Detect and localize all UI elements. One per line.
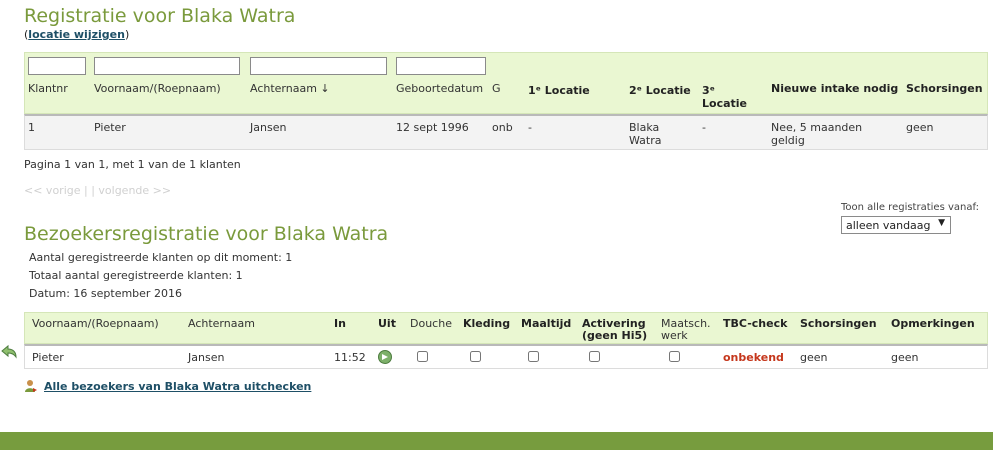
col-geboortedatum[interactable]: Geboortedatum	[396, 82, 483, 95]
col-uit: Uit	[378, 317, 396, 330]
chevron-down-icon: ▼	[938, 218, 945, 228]
location-change: (locatie wijzigen)	[24, 28, 129, 41]
cell-locatie3: -	[702, 121, 706, 134]
stat-total-registered: Totaal aantal geregistreerde klanten: 1	[29, 269, 243, 282]
person-checkout-icon	[25, 380, 37, 392]
cell-voornaam: Pieter	[94, 121, 126, 134]
col-klantnr[interactable]: Klantnr	[28, 82, 68, 95]
col-activering-line2: (geen Hi5)	[582, 329, 648, 342]
cell-voornaam: Pieter	[32, 351, 64, 364]
cell-klantnr: 1	[28, 121, 35, 134]
cell-schorsingen: geen	[906, 121, 934, 134]
col-schorsingen: Schorsingen	[906, 82, 983, 95]
checkout-icon[interactable]	[378, 350, 392, 364]
cell-intake-line1: Nee, 5 maanden	[771, 121, 863, 134]
cell-geslacht: onb	[492, 121, 513, 134]
cell-locatie2-line2: Watra	[629, 134, 662, 147]
cell-locatie2-line1: Blaka	[629, 121, 660, 134]
col-locatie2: 2ᵉ Locatie	[629, 84, 691, 97]
col-achternaam: Achternaam	[188, 317, 255, 330]
cell-opmerkingen: geen	[891, 351, 919, 364]
col-locatie3-line2: Locatie	[702, 97, 747, 110]
stat-date: Datum: 16 september 2016	[29, 287, 182, 300]
pagination-info: Pagina 1 van 1, met 1 van de 1 klanten	[24, 158, 241, 171]
undo-arrow-icon[interactable]	[0, 343, 18, 361]
cell-locatie1: -	[528, 121, 532, 134]
col-in: In	[334, 317, 346, 330]
checkout-all: Alle bezoekers van Blaka Watra uitchecke…	[24, 379, 311, 393]
col-locatie3-line1: 3ᵉ	[702, 84, 715, 97]
col-douche: Douche	[410, 317, 452, 330]
tbc-status: onbekend	[723, 351, 784, 364]
change-location-link[interactable]: locatie wijzigen	[28, 28, 125, 41]
table-row[interactable]: 1 Pieter Jansen 12 sept 1996 onb - Blaka…	[24, 114, 988, 150]
douche-checkbox[interactable]	[417, 351, 428, 362]
filter-voornaam-input[interactable]	[94, 57, 240, 75]
kleding-checkbox[interactable]	[470, 351, 481, 362]
col-maatsch-line2: werk	[661, 329, 688, 342]
page-title: Registratie voor Blaka Watra	[24, 5, 296, 27]
pagination-nav: << vorige | | volgende >>	[24, 184, 172, 197]
col-tbc-check: TBC-check	[723, 317, 788, 330]
paren-close: )	[124, 28, 130, 41]
date-filter-value: alleen vandaag	[846, 219, 931, 232]
cell-achternaam: Jansen	[188, 351, 225, 364]
col-voornaam: Voornaam/(Roepnaam)	[32, 317, 159, 330]
registration-table: Klantnr Voornaam/(Roepnaam) Achternaam ↓…	[24, 52, 988, 150]
maatsch-werk-checkbox[interactable]	[669, 351, 680, 362]
col-kleding: Kleding	[463, 317, 511, 330]
visitors-table: Voornaam/(Roepnaam) Achternaam In Uit Do…	[24, 312, 988, 369]
filter-achternaam-input[interactable]	[250, 57, 387, 75]
cell-intake-line2: geldig	[771, 134, 805, 147]
maaltijd-checkbox[interactable]	[528, 351, 539, 362]
cell-achternaam: Jansen	[250, 121, 287, 134]
col-opmerkingen: Opmerkingen	[891, 317, 975, 330]
table-row[interactable]: Pieter Jansen 11:52 onbekend geen geen	[24, 344, 988, 369]
cell-schorsingen: geen	[800, 351, 828, 364]
cell-in-time: 11:52	[334, 351, 366, 364]
activering-checkbox[interactable]	[589, 351, 600, 362]
col-intake: Nieuwe intake nodig	[771, 82, 899, 95]
filter-klantnr-input[interactable]	[28, 57, 86, 75]
col-maaltijd: Maaltijd	[521, 317, 572, 330]
checkout-all-link[interactable]: Alle bezoekers van Blaka Watra uitchecke…	[44, 380, 311, 393]
col-locatie1: 1ᵉ Locatie	[528, 84, 590, 97]
col-voornaam[interactable]: Voornaam/(Roepnaam)	[94, 82, 221, 95]
footer-bar	[0, 432, 993, 450]
visitors-title: Bezoekersregistratie voor Blaka Watra	[24, 223, 389, 245]
date-filter-select[interactable]: alleen vandaag ▼	[841, 216, 951, 234]
filter-select-label: Toon alle registraties vanaf:	[841, 202, 980, 213]
col-achternaam-sorted[interactable]: Achternaam ↓	[250, 82, 330, 95]
visitors-table-header: Voornaam/(Roepnaam) Achternaam In Uit Do…	[24, 312, 988, 344]
stat-registered-now: Aantal geregistreerde klanten op dit mom…	[29, 251, 293, 264]
registration-table-header: Klantnr Voornaam/(Roepnaam) Achternaam ↓…	[24, 52, 988, 114]
col-schorsingen: Schorsingen	[800, 317, 877, 330]
cell-geboortedatum: 12 sept 1996	[396, 121, 469, 134]
filter-geboortedatum-input[interactable]	[396, 57, 486, 75]
col-geslacht[interactable]: G	[492, 82, 501, 95]
